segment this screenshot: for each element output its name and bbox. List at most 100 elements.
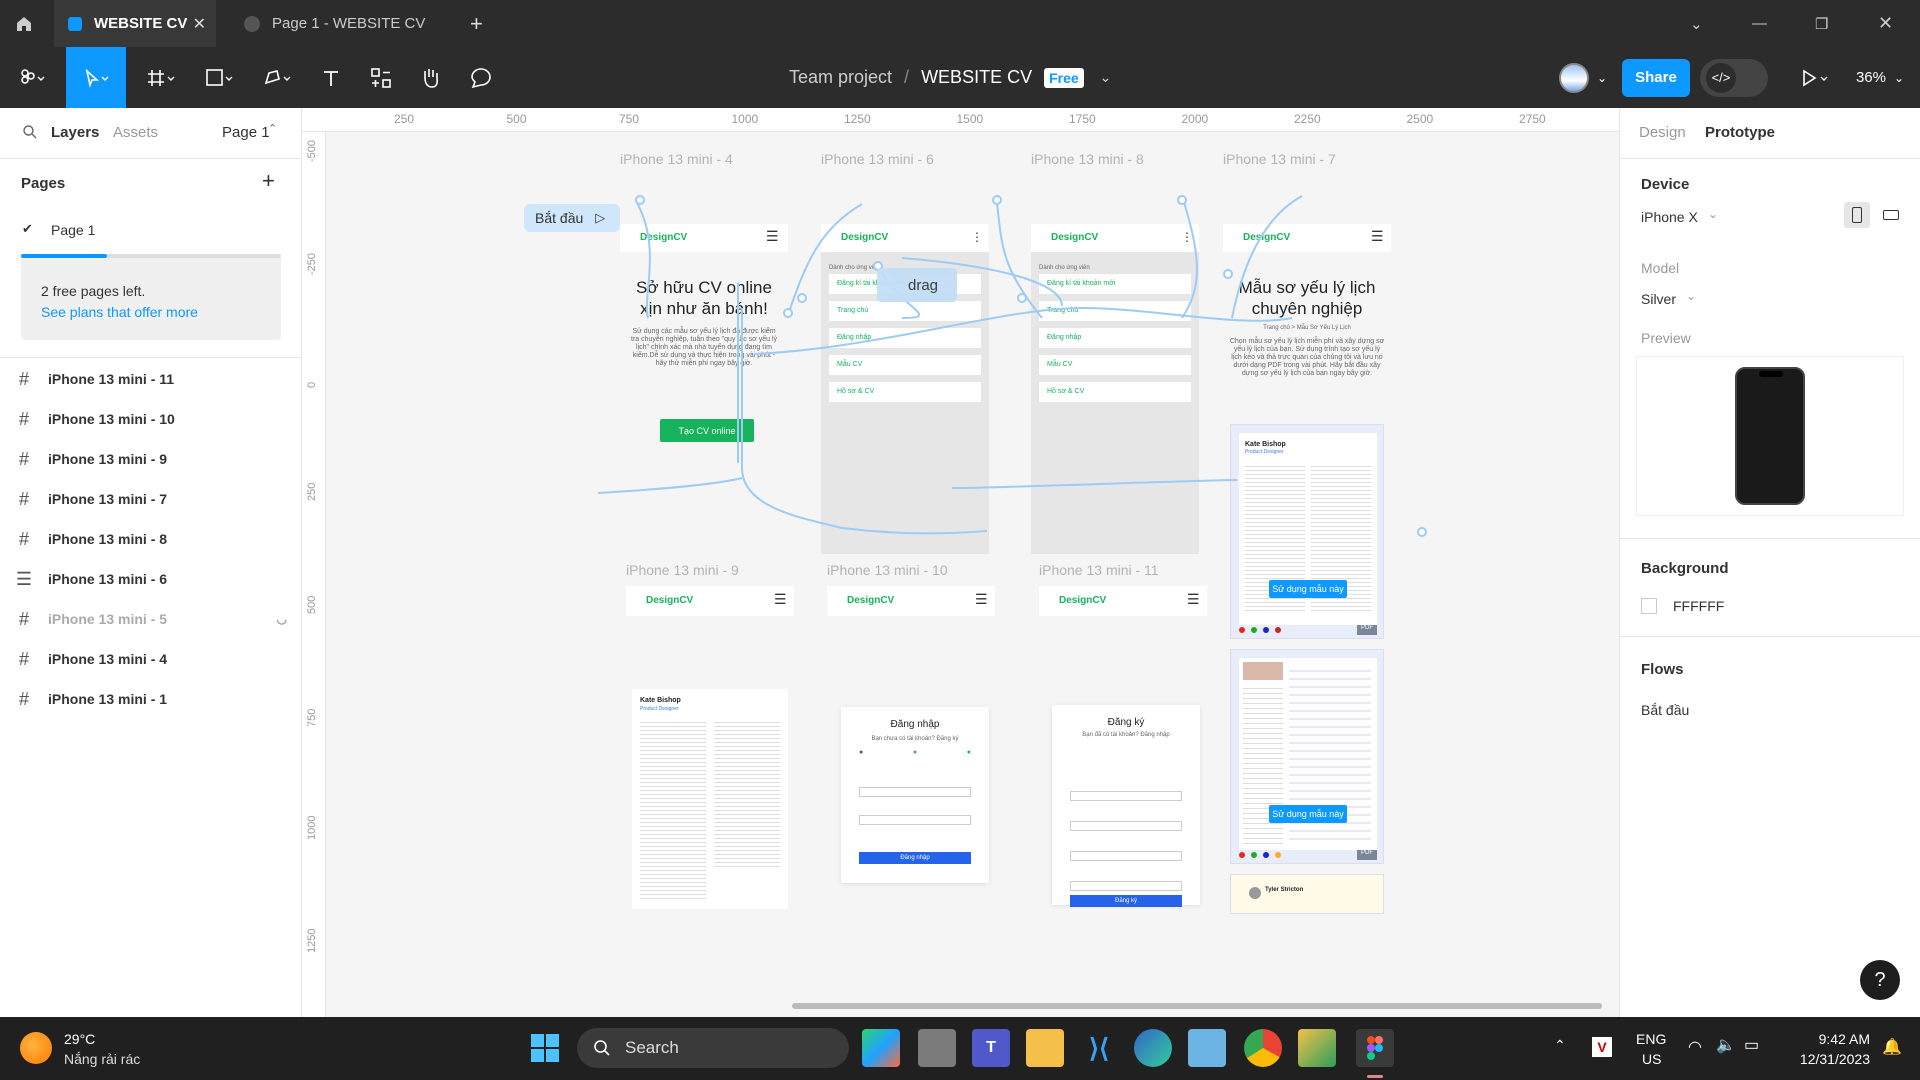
prototype-connections — [597, 195, 1427, 537]
help-button[interactable]: ? — [1860, 960, 1900, 1000]
shape-tool-button[interactable] — [198, 47, 242, 108]
layer-label: iPhone 13 mini - 10 — [48, 411, 175, 427]
device-select[interactable]: iPhone X — [1641, 209, 1698, 225]
battery-icon[interactable]: ▭ — [1744, 1035, 1759, 1055]
layer-label: iPhone 13 mini - 4 — [48, 651, 168, 667]
layer-label: iPhone 13 mini - 7 — [48, 491, 168, 507]
share-button[interactable]: Share — [1622, 47, 1690, 108]
frame-tool-button[interactable] — [140, 47, 184, 108]
comment-tool-button[interactable] — [464, 47, 498, 108]
layer-item[interactable]: # iPhone 13 mini - 9 — [0, 439, 301, 479]
weather-icon[interactable] — [20, 1032, 52, 1064]
chevron-up-icon[interactable]: ⌃ — [1554, 1037, 1566, 1054]
new-tab-button[interactable]: + — [470, 0, 494, 47]
flows-title: Flows — [1641, 661, 1684, 678]
hidden-eye-icon[interactable]: ◡ — [277, 612, 287, 626]
tab-layers[interactable]: Layers — [51, 124, 99, 141]
edge-icon[interactable] — [1134, 1029, 1172, 1067]
temperature[interactable]: 29°C — [64, 1031, 95, 1047]
layer-item[interactable]: # iPhone 13 mini - 11 — [0, 359, 301, 399]
weather-text[interactable]: Nắng rải rác — [64, 1051, 140, 1067]
windows-start-icon[interactable] — [526, 1029, 564, 1067]
search-icon[interactable] — [22, 124, 38, 145]
present-button[interactable] — [1795, 47, 1835, 108]
taskbar: 29°C Nắng rải rác Search T ⟩⟨ ⌃ V ENG US… — [0, 1017, 1920, 1080]
layer-item[interactable]: # iPhone 13 mini - 1 — [0, 679, 301, 719]
chevron-down-icon[interactable]: ⌄ — [1100, 69, 1112, 86]
chevron-down-icon[interactable]: ⌄ — [1708, 207, 1718, 221]
background-value[interactable]: FFFFFF — [1673, 598, 1724, 614]
file-explorer-icon[interactable] — [1026, 1029, 1064, 1067]
chevron-down-icon[interactable]: ⌄ — [1690, 0, 1714, 47]
canvas[interactable]: 250 500 750 1000 1250 1500 1750 2000 2250 2500 275… — [302, 108, 1619, 1017]
copilot-icon[interactable] — [862, 1029, 900, 1067]
tab-website-cv[interactable]: WEBSITE CV ✕ — [54, 0, 216, 47]
restore-button[interactable]: ❐ — [1815, 0, 1839, 47]
close-tab-icon[interactable]: ✕ — [193, 14, 206, 34]
background-title: Background — [1641, 560, 1729, 577]
team-name[interactable]: Team project — [789, 67, 892, 88]
add-page-button[interactable]: + — [262, 168, 275, 194]
frame-icon: # — [18, 608, 29, 629]
chevron-up-icon[interactable]: ⌃ — [268, 122, 277, 135]
dev-mode-toggle[interactable]: </> — [1700, 47, 1768, 108]
drag-indicator[interactable]: drag — [877, 268, 957, 302]
main-menu-button[interactable] — [10, 47, 56, 108]
search-label: Search — [625, 1038, 679, 1057]
clock-time[interactable]: 9:42 AM — [1790, 1031, 1870, 1047]
region-code[interactable]: US — [1642, 1051, 1661, 1067]
avatar-menu[interactable]: ⌄ — [1548, 47, 1618, 108]
code-icon: </> — [1706, 62, 1736, 93]
home-icon[interactable] — [14, 0, 48, 47]
task-view-icon[interactable] — [918, 1029, 956, 1067]
figma-file-icon — [68, 16, 82, 31]
layer-item[interactable]: # iPhone 13 mini - 5 ◡ — [0, 599, 301, 639]
device-preview — [1636, 356, 1904, 516]
layer-item[interactable]: # iPhone 13 mini - 4 — [0, 639, 301, 679]
close-window-button[interactable]: ✕ — [1878, 0, 1902, 47]
layer-item[interactable]: # iPhone 13 mini - 7 — [0, 479, 301, 519]
background-swatch[interactable] — [1641, 598, 1657, 614]
antivirus-icon[interactable]: V — [1592, 1037, 1612, 1057]
remote-desktop-icon[interactable] — [1188, 1029, 1226, 1067]
minimize-button[interactable]: — — [1752, 0, 1776, 47]
volume-icon[interactable]: 🔈 — [1716, 1035, 1736, 1055]
landscape-toggle[interactable] — [1878, 206, 1904, 224]
app-icon[interactable] — [1298, 1029, 1336, 1067]
tab-assets[interactable]: Assets — [113, 124, 158, 141]
layer-label: iPhone 13 mini - 11 — [48, 371, 175, 387]
teams-icon[interactable]: T — [972, 1029, 1010, 1067]
text-tool-button[interactable] — [314, 47, 348, 108]
taskbar-search[interactable]: Search — [577, 1028, 849, 1068]
model-label: Model — [1641, 260, 1680, 276]
model-select[interactable]: Silver — [1641, 291, 1676, 307]
move-tool-button[interactable] — [66, 47, 126, 108]
clock-date[interactable]: 12/31/2023 — [1776, 1051, 1870, 1067]
plans-link[interactable]: See plans that offer more — [41, 304, 198, 320]
properties-panel: Design Prototype Device iPhone X ⌄ Model… — [1619, 108, 1920, 1017]
language-code[interactable]: ENG — [1636, 1031, 1666, 1047]
layer-label: iPhone 13 mini - 8 — [48, 531, 168, 547]
tab-page1[interactable]: Page 1 - WEBSITE CV — [230, 0, 460, 47]
pen-tool-button[interactable] — [256, 47, 300, 108]
layer-item[interactable]: ☰ iPhone 13 mini - 6 — [0, 559, 301, 599]
flow-item[interactable]: Bắt đầu — [1641, 702, 1689, 718]
chrome-icon[interactable] — [1244, 1029, 1282, 1067]
page-select[interactable]: Page 1 — [222, 124, 270, 141]
file-name[interactable]: WEBSITE CV — [921, 67, 1032, 88]
portrait-toggle[interactable] — [1844, 202, 1870, 228]
tab-design[interactable]: Design — [1639, 124, 1686, 141]
hand-tool-button[interactable] — [414, 47, 448, 108]
tab-prototype[interactable]: Prototype — [1705, 124, 1775, 141]
page-item-page1[interactable]: ✔ Page 1 — [0, 211, 301, 251]
layer-item[interactable]: # iPhone 13 mini - 8 — [0, 519, 301, 559]
components-tool-button[interactable] — [364, 47, 398, 108]
horizontal-scrollbar[interactable] — [792, 1003, 1602, 1009]
layer-item[interactable]: # iPhone 13 mini - 10 — [0, 399, 301, 439]
zoom-dropdown[interactable]: 36% ⌄ — [1850, 47, 1910, 108]
figma-icon[interactable] — [1356, 1029, 1394, 1067]
notification-icon[interactable]: 🔔 — [1882, 1037, 1902, 1057]
wifi-icon[interactable]: ◠ — [1688, 1037, 1702, 1057]
vscode-icon[interactable]: ⟩⟨ — [1080, 1029, 1118, 1067]
chevron-down-icon[interactable]: ⌄ — [1686, 289, 1696, 303]
